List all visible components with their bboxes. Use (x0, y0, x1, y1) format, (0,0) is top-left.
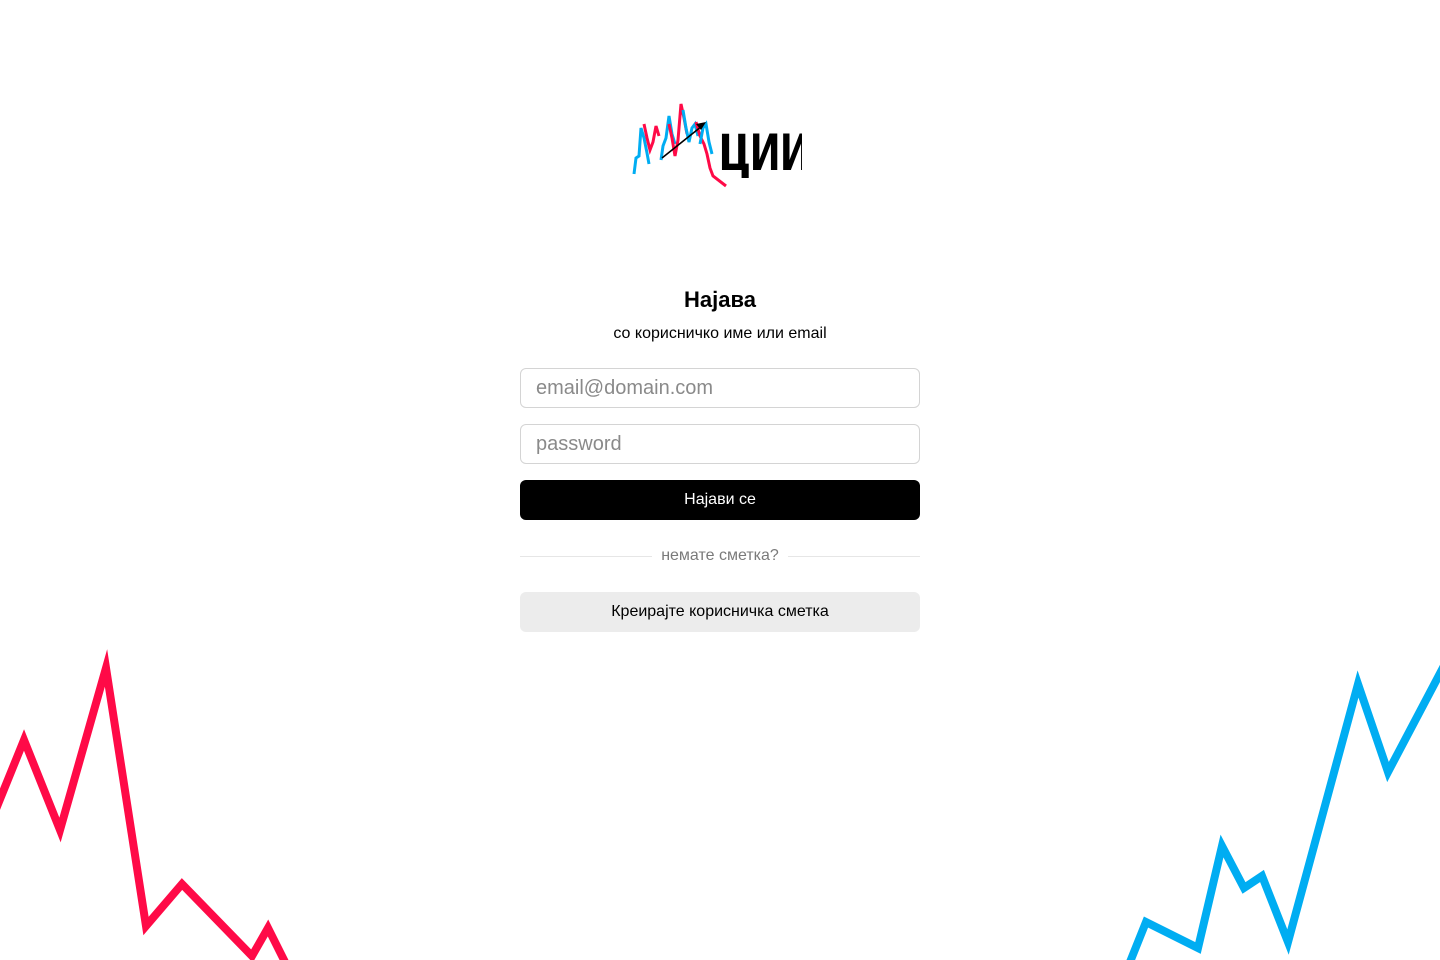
divider: немате сметка? (520, 546, 920, 566)
password-input[interactable] (520, 424, 920, 464)
decor-red-line-icon (0, 649, 289, 960)
logo-mark-icon: ЦИИ (632, 103, 802, 188)
create-account-button[interactable]: Креирајте корисничка сметка (520, 592, 920, 632)
page-title: Најава (684, 287, 756, 312)
login-card: Најава со корисничко име или email Најав… (520, 286, 920, 632)
divider-line-left (520, 555, 653, 557)
divider-line-right (787, 555, 920, 557)
login-button[interactable]: Најави се (520, 480, 920, 520)
decor-blue-line-icon (1126, 664, 1440, 960)
page-subtitle: со корисничко име или email (613, 325, 827, 342)
logo-text: ЦИИ (720, 124, 802, 182)
divider-text: немате сметка? (661, 547, 779, 564)
email-input[interactable] (520, 368, 920, 408)
brand-logo: ЦИИ (630, 98, 802, 190)
